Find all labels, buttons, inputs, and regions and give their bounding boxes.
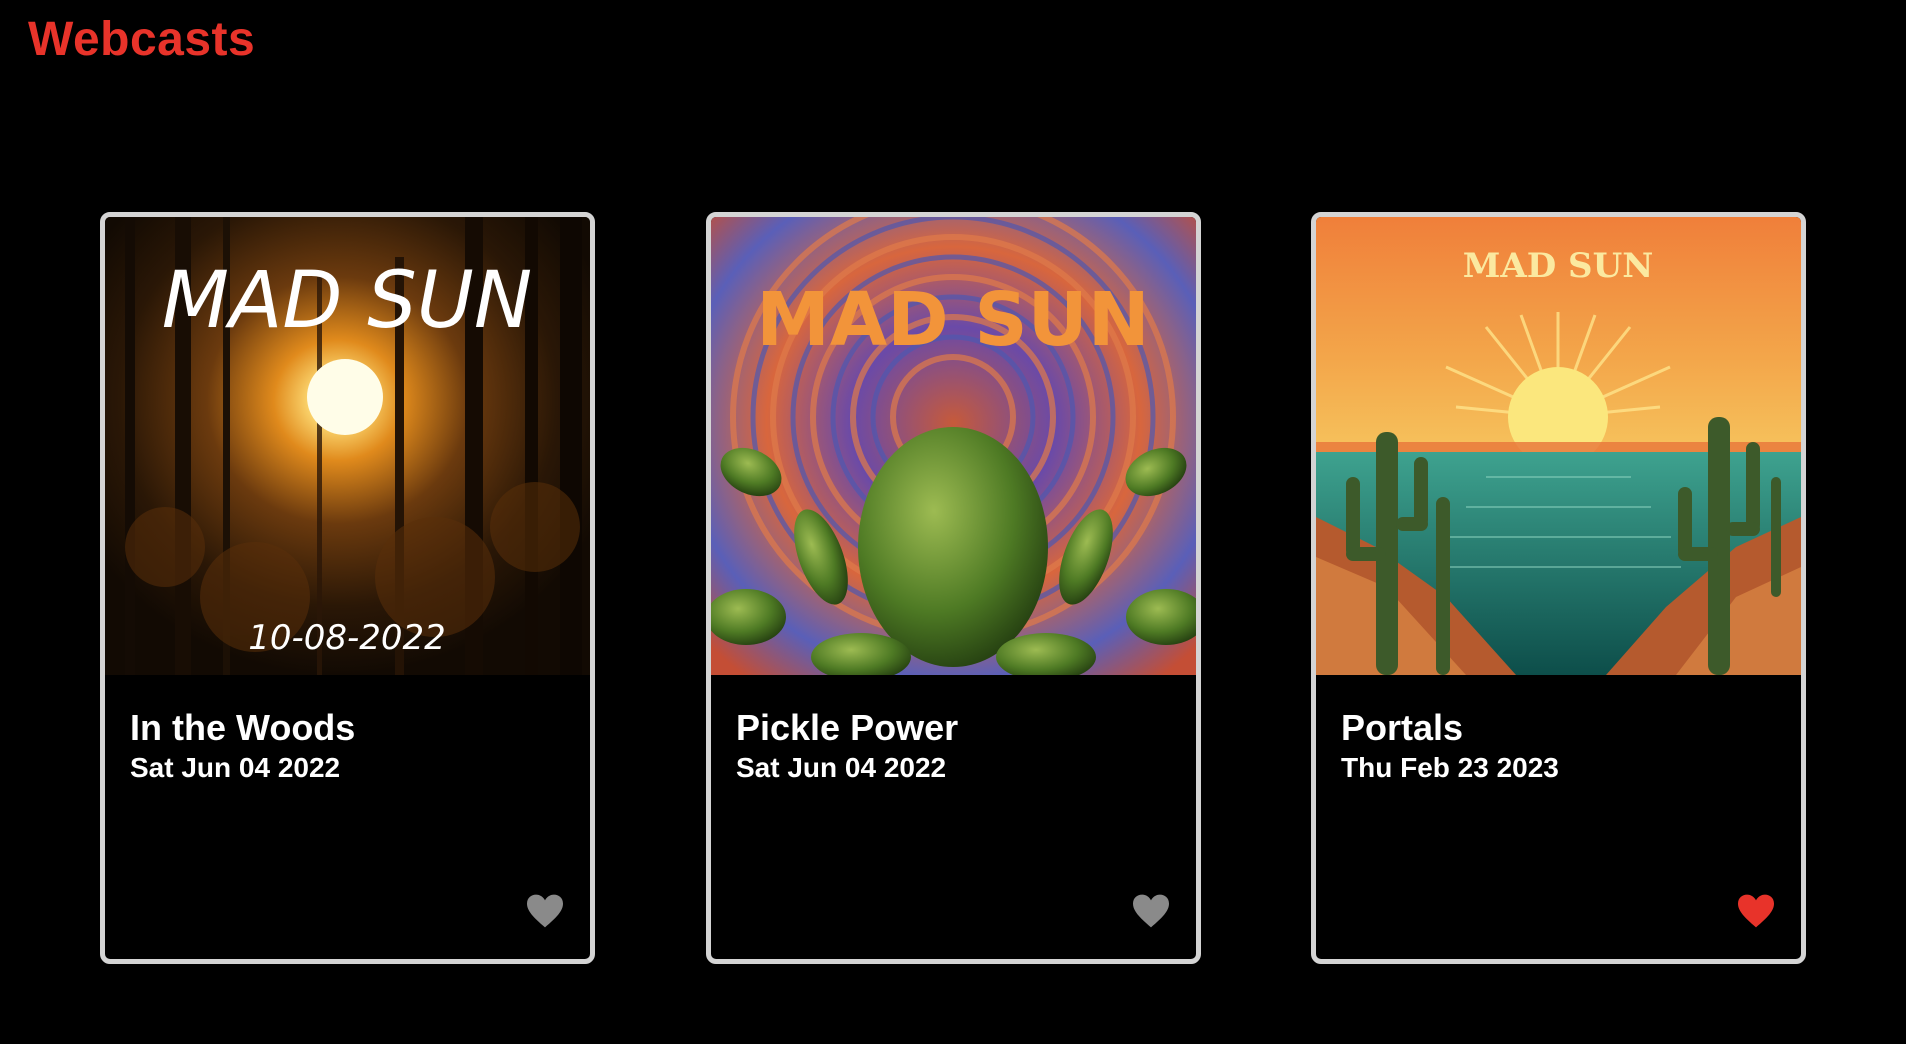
heart-icon — [527, 894, 563, 928]
favorite-button[interactable] — [1130, 893, 1172, 929]
art-band-text: MAD SUN — [1463, 246, 1654, 286]
webcast-card-in-the-woods[interactable]: MAD SUN 10-08-2022 In the Woods Sat Jun … — [100, 212, 595, 964]
webcast-title: In the Woods — [130, 707, 356, 748]
webcast-title: Pickle Power — [736, 707, 959, 748]
favorite-button[interactable] — [524, 893, 566, 929]
webcast-date: Thu Feb 23 2023 — [1341, 752, 1559, 783]
webcast-card-pickle-power[interactable]: MAD SUN Pickle Power Sat Jun 04 2022 — [706, 212, 1201, 964]
webcasts-page: Webcasts MAD SUN 10-08-2022 In the Woods… — [0, 0, 1906, 1044]
webcast-date: Sat Jun 04 2022 — [130, 752, 341, 783]
webcast-title: Portals — [1341, 707, 1464, 748]
art-band-text: MAD SUN — [162, 256, 532, 346]
webcast-date: Sat Jun 04 2022 — [736, 752, 947, 783]
webcast-cover-art[interactable]: MAD SUN 10-08-2022 — [105, 217, 590, 675]
art-date-text: 10-08-2022 — [248, 618, 446, 658]
favorite-button[interactable] — [1735, 893, 1777, 929]
webcast-cover-art[interactable]: MAD SUN — [1316, 217, 1801, 675]
heart-icon — [1133, 894, 1169, 928]
art-band-text: MAD SUN — [756, 277, 1149, 363]
heart-icon — [1738, 894, 1774, 928]
page-title: Webcasts — [28, 13, 256, 66]
webcast-card-portals[interactable]: MAD SUN Portals Thu Feb 23 2023 — [1311, 212, 1806, 964]
webcast-cover-art[interactable]: MAD SUN — [711, 217, 1196, 675]
